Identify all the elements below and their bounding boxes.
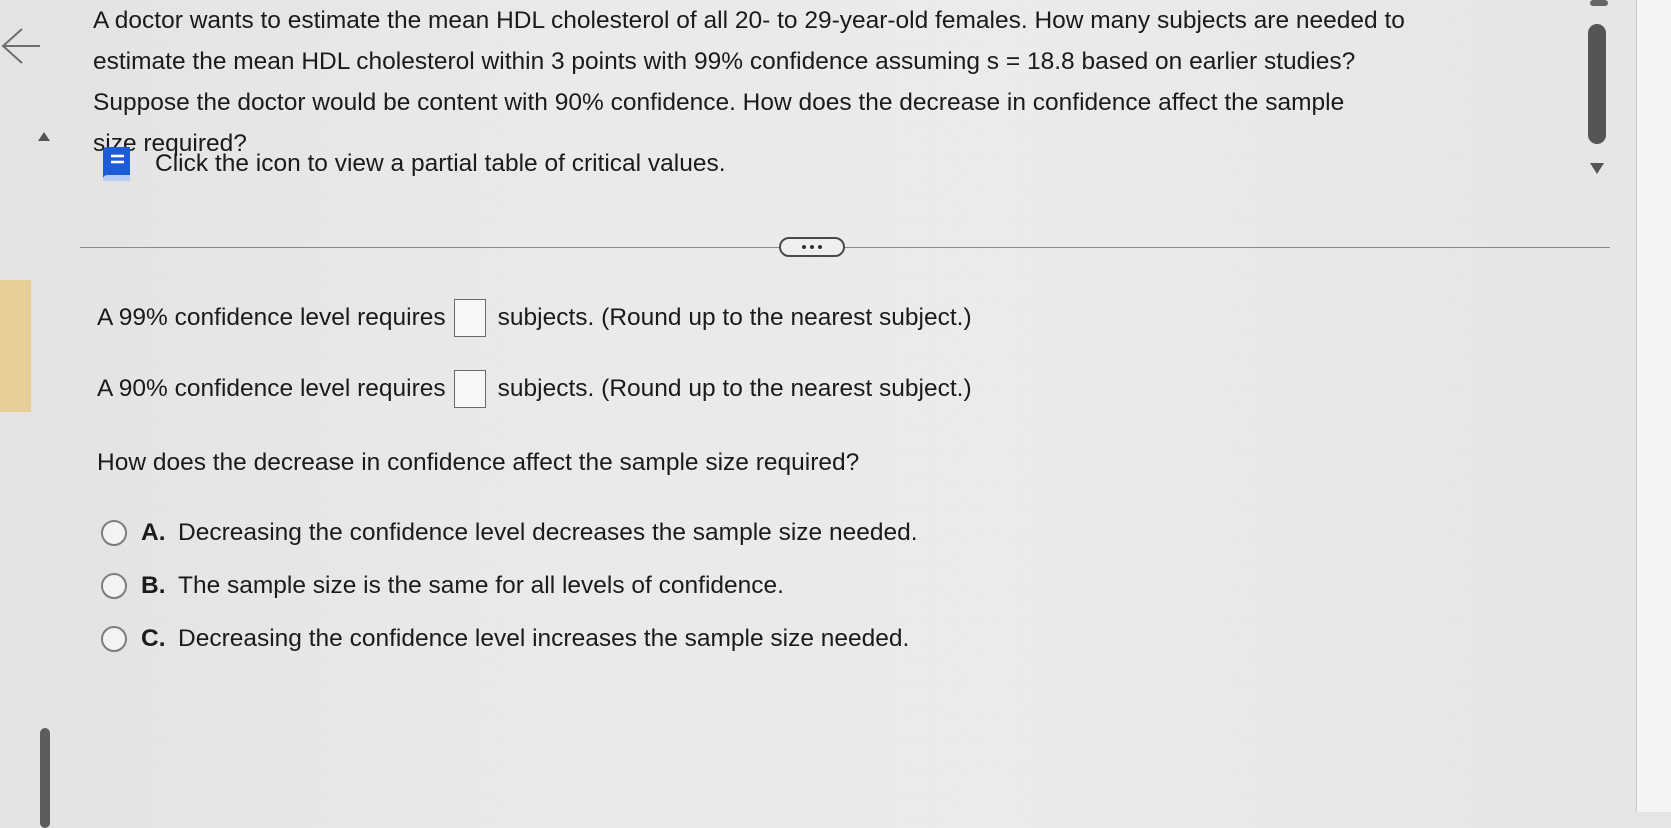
back-arrow-icon[interactable] <box>0 26 42 66</box>
question-text: A doctor wants to estimate the mean HDL … <box>93 0 1573 164</box>
answer-input-99[interactable] <box>453 299 486 337</box>
option-a[interactable]: A. Decreasing the confidence level decre… <box>101 519 918 547</box>
radio-button[interactable] <box>101 573 127 599</box>
expand-more-button[interactable] <box>779 237 845 257</box>
left-highlight-bar <box>0 280 31 412</box>
more-dots-icon <box>810 245 814 249</box>
question-line: A doctor wants to estimate the mean HDL … <box>93 7 1405 34</box>
option-text: The sample size is the same for all leve… <box>178 572 784 599</box>
critical-values-hint[interactable]: Click the icon to view a partial table o… <box>99 144 726 184</box>
option-text: Decreasing the confidence level increase… <box>178 625 910 652</box>
scrollbar-thumb[interactable] <box>1588 24 1606 144</box>
sub-question-text: How does the decrease in confidence affe… <box>97 449 860 476</box>
option-c[interactable]: C. Decreasing the confidence level incre… <box>101 625 909 653</box>
radio-button[interactable] <box>101 626 127 652</box>
answer-row-90: A 90% confidence level requires subjects… <box>97 370 972 408</box>
answer-row-99: A 99% confidence level requires subjects… <box>97 299 972 337</box>
answer-suffix: subjects. (Round up to the nearest subje… <box>497 304 972 331</box>
option-text: Decreasing the confidence level decrease… <box>178 519 918 546</box>
answer-prefix: A 99% confidence level requires <box>97 304 446 331</box>
option-letter: A. <box>141 519 166 546</box>
question-line: estimate the mean HDL cholesterol within… <box>93 48 1356 75</box>
answer-suffix: subjects. (Round up to the nearest subje… <box>497 375 972 402</box>
scroll-up-icon[interactable] <box>38 132 50 141</box>
radio-button[interactable] <box>101 520 127 546</box>
more-dots-icon <box>802 245 806 249</box>
right-edge-panel <box>1636 0 1671 812</box>
scroll-down-icon[interactable] <box>1590 163 1604 174</box>
section-divider <box>80 247 1610 248</box>
option-letter: C. <box>141 625 166 652</box>
question-line: Suppose the doctor would be content with… <box>93 89 1345 116</box>
scrollbar-top-cap <box>1590 0 1608 6</box>
more-dots-icon <box>818 245 822 249</box>
left-scrollbar-thumb[interactable] <box>40 728 50 828</box>
option-b[interactable]: B. The sample size is the same for all l… <box>101 572 784 600</box>
hint-text: Click the icon to view a partial table o… <box>155 150 726 177</box>
option-letter: B. <box>141 572 166 599</box>
book-icon[interactable] <box>99 145 133 183</box>
answer-input-90[interactable] <box>453 370 486 408</box>
answer-prefix: A 90% confidence level requires <box>97 375 446 402</box>
